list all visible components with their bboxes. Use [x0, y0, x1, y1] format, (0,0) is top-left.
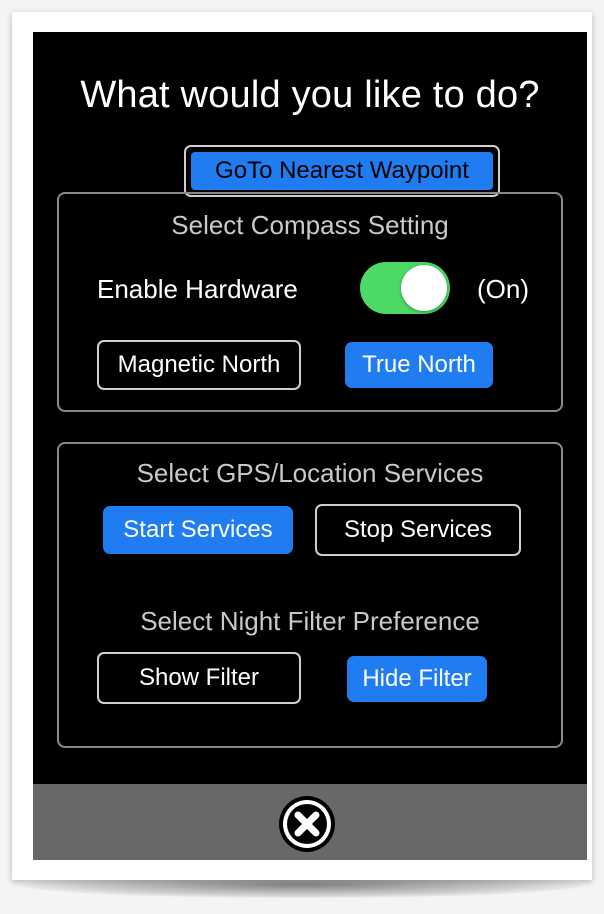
goto-nearest-waypoint-button[interactable]: GoTo Nearest Waypoint — [184, 145, 500, 197]
close-button[interactable] — [277, 794, 337, 854]
show-filter-button[interactable]: Show Filter — [97, 652, 301, 704]
magnetic-north-button[interactable]: Magnetic North — [97, 340, 301, 390]
enable-hardware-toggle[interactable] — [360, 262, 450, 314]
stop-services-button[interactable]: Stop Services — [315, 504, 521, 556]
start-services-button[interactable]: Start Services — [103, 506, 293, 554]
enable-hardware-label: Enable Hardware — [97, 274, 298, 304]
gps-night-panel: Select GPS/Location Services Start Servi… — [57, 442, 563, 748]
night-filter-panel-title: Select Night Filter Preference — [140, 606, 480, 636]
gps-panel-title: Select GPS/Location Services — [136, 458, 484, 488]
compass-panel-title: Select Compass Setting — [171, 210, 449, 240]
compass-panel: Select Compass Setting Enable Hardware (… — [57, 192, 563, 412]
true-north-button[interactable]: True North — [345, 342, 493, 388]
dialog-screen: What would you like to do? GoTo Nearest … — [33, 32, 587, 860]
toggle-knob — [401, 265, 447, 311]
close-circle-icon — [279, 796, 335, 852]
goto-nearest-waypoint-label: GoTo Nearest Waypoint — [191, 152, 493, 190]
hide-filter-button[interactable]: Hide Filter — [347, 656, 487, 702]
toggle-state-label: (On) — [477, 274, 529, 304]
dialog-title: What would you like to do? — [80, 74, 540, 116]
